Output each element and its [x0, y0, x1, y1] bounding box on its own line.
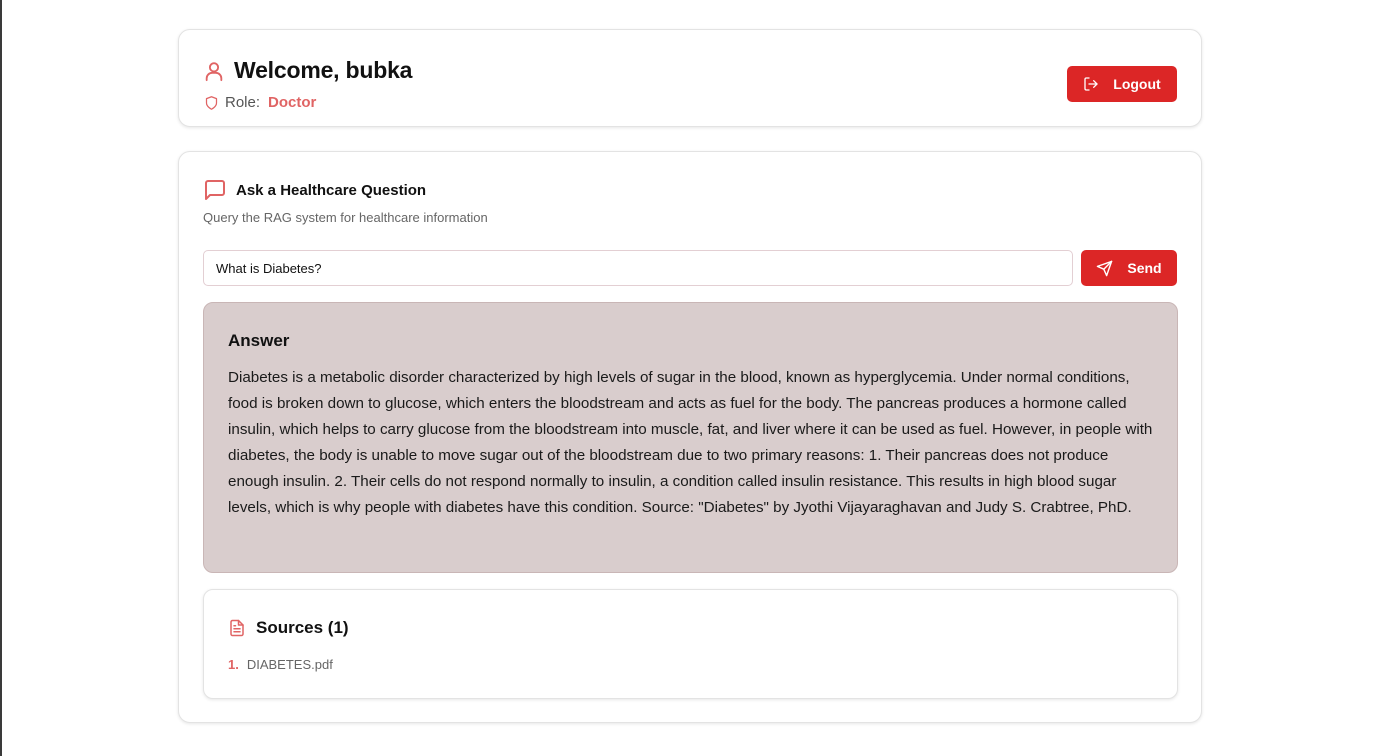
welcome-title: Welcome, bubka	[234, 57, 413, 83]
logout-button[interactable]: Logout	[1067, 66, 1177, 102]
source-name: DIABETES.pdf	[246, 657, 333, 672]
answer-text: Diabetes is a metabolic disorder charact…	[228, 369, 1153, 516]
question-title-row: Ask a Healthcare Question	[203, 178, 426, 202]
role-row: Role: Doctor	[204, 94, 316, 111]
answer-title: Answer	[228, 331, 290, 350]
question-title: Ask a Healthcare Question	[236, 181, 427, 199]
source-number: 1.	[228, 657, 239, 672]
header-card: Welcome, bubka Role: Doctor Logout	[178, 29, 1202, 127]
file-text-icon	[228, 618, 246, 638]
role-value: Doctor	[268, 94, 317, 111]
role-label: Role:	[225, 94, 261, 111]
sources-title: Sources (1)	[256, 618, 349, 637]
logout-label: Logout	[1113, 76, 1161, 92]
answer-panel: Answer Diabetes is a metabolic disorder …	[203, 302, 1178, 573]
message-square-icon	[203, 178, 227, 202]
sources-panel: Sources (1) 1. DIABETES.pdf	[203, 589, 1178, 699]
send-button[interactable]: Send	[1081, 250, 1177, 286]
log-out-icon	[1083, 76, 1099, 92]
question-subtitle: Query the RAG system for healthcare info…	[203, 210, 488, 225]
send-label: Send	[1127, 260, 1162, 276]
question-card: Ask a Healthcare Question Query the RAG …	[178, 151, 1202, 723]
source-item[interactable]: 1. DIABETES.pdf	[228, 657, 333, 672]
shield-icon	[204, 95, 219, 111]
sources-title-row: Sources (1)	[228, 618, 349, 638]
welcome-row: Welcome, bubka	[203, 57, 412, 84]
window-edge	[0, 0, 2, 756]
question-input[interactable]	[203, 250, 1073, 286]
send-icon	[1096, 260, 1113, 277]
user-icon	[203, 59, 225, 83]
